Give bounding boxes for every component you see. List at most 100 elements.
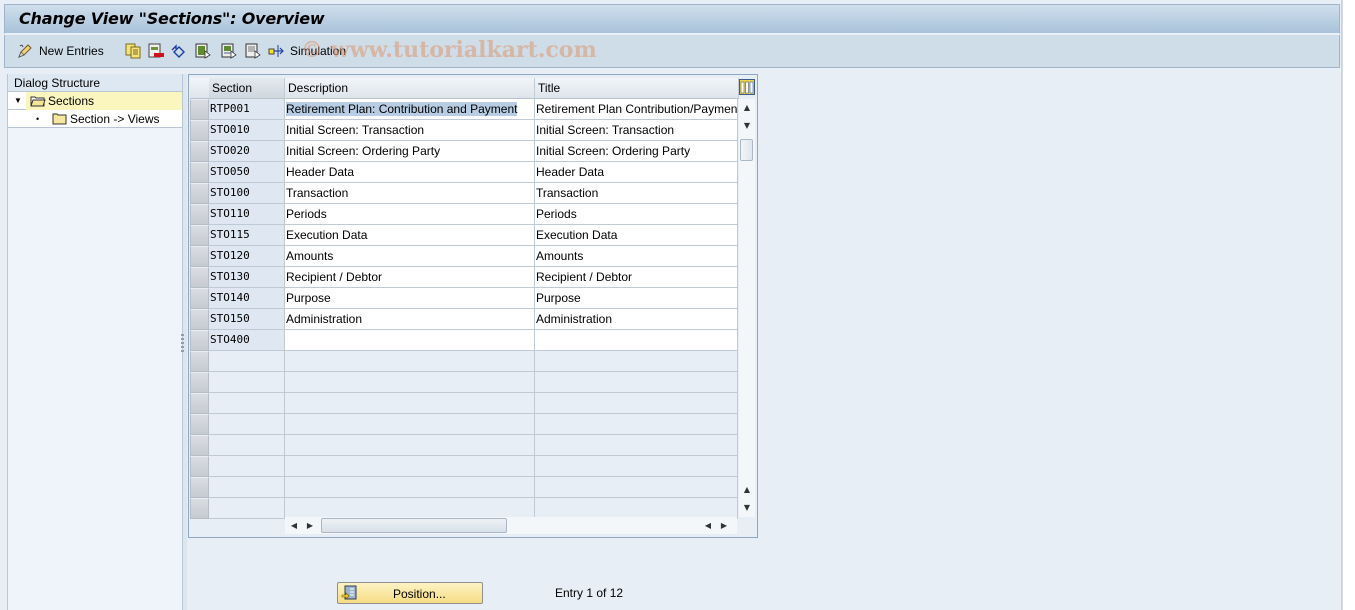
scroll-up-button[interactable]: ▲ [740, 100, 754, 114]
cell-description[interactable] [285, 330, 535, 351]
page-up-button[interactable]: ▲ [740, 482, 754, 496]
vertical-scroll-thumb[interactable] [740, 139, 753, 161]
cell-title[interactable] [535, 393, 738, 414]
cell-title[interactable] [535, 414, 738, 435]
row-selector-button[interactable] [190, 414, 209, 435]
cell-description[interactable] [285, 435, 535, 456]
cell-description[interactable]: Purpose [285, 288, 535, 309]
cell-title[interactable] [535, 498, 738, 519]
cell-title[interactable]: Retirement Plan Contribution/Payment [535, 99, 738, 120]
row-selector-button[interactable] [190, 393, 209, 414]
undo-change-button[interactable] [171, 42, 187, 60]
simulation-button[interactable]: Simulation [268, 42, 346, 60]
cell-title[interactable]: Initial Screen: Ordering Party [535, 141, 738, 162]
cell-title[interactable] [535, 456, 738, 477]
cell-description[interactable]: Retirement Plan: Contribution and Paymen… [285, 99, 535, 120]
tree-node-label: Section -> Views [70, 111, 160, 126]
cell-description[interactable] [285, 477, 535, 498]
cell-title[interactable] [535, 435, 738, 456]
cell-description[interactable]: Amounts [285, 246, 535, 267]
row-selector-button[interactable] [190, 498, 209, 519]
cell-description[interactable] [285, 372, 535, 393]
vertical-scrollbar[interactable]: ▲ ▼ ▲ ▼ [739, 99, 755, 517]
cell-title[interactable]: Amounts [535, 246, 738, 267]
select-all-button[interactable] [195, 42, 211, 60]
deselect-all-button[interactable] [245, 42, 261, 60]
cell-section-text: STO400 [210, 333, 250, 346]
scroll-left-button[interactable]: ◀ [287, 518, 301, 532]
cell-description[interactable]: Initial Screen: Transaction [285, 120, 535, 141]
cell-title[interactable]: Header Data [535, 162, 738, 183]
copy-as-button[interactable] [125, 42, 141, 60]
cell-description[interactable]: Transaction [285, 183, 535, 204]
delete-button[interactable] [148, 42, 164, 60]
cell-title[interactable] [535, 477, 738, 498]
table-settings-button[interactable] [739, 79, 755, 95]
cell-description[interactable] [285, 414, 535, 435]
scroll-down-button[interactable]: ▼ [740, 118, 754, 132]
scroll-left-end-button[interactable]: ◀ [701, 518, 715, 532]
position-button[interactable]: Position... [337, 582, 483, 604]
horizontal-scrollbar[interactable]: ◀ ▶ ◀ ▶ [285, 517, 737, 534]
select-all-rows-button[interactable] [190, 78, 210, 99]
cell-description[interactable] [285, 498, 535, 519]
row-selector-button[interactable] [190, 351, 209, 372]
cell-description[interactable] [285, 393, 535, 414]
scroll-right-end-button[interactable]: ▶ [717, 518, 731, 532]
row-selector-button[interactable] [190, 330, 209, 351]
cell-description[interactable]: Administration [285, 309, 535, 330]
cell-description[interactable]: Recipient / Debtor [285, 267, 535, 288]
cell-description[interactable]: Initial Screen: Ordering Party [285, 141, 535, 162]
arrow-right-icon: ▶ [720, 520, 728, 530]
horizontal-scroll-thumb[interactable] [321, 518, 507, 533]
row-selector-button[interactable] [190, 309, 209, 330]
cell-title[interactable]: Execution Data [535, 225, 738, 246]
cell-title[interactable]: Recipient / Debtor [535, 267, 738, 288]
new-entries-button[interactable]: New Entries [17, 42, 104, 60]
tree-node-section-views[interactable]: • Section -> Views [8, 110, 182, 128]
row-selector-button[interactable] [190, 162, 209, 183]
cell-title[interactable] [535, 372, 738, 393]
column-header-title[interactable]: Title [535, 78, 739, 99]
row-selector-button[interactable] [190, 435, 209, 456]
page-down-button[interactable]: ▼ [740, 500, 754, 514]
cell-title-text: Retirement Plan Contribution/Payment [536, 102, 738, 116]
row-selector-button[interactable] [190, 288, 209, 309]
cell-title[interactable] [535, 330, 738, 351]
sap-window: Change View "Sections": Overview New Ent… [0, 0, 1342, 610]
cell-description[interactable]: Header Data [285, 162, 535, 183]
expand-triangle-icon[interactable]: ▼ [14, 96, 26, 105]
cell-description[interactable] [285, 456, 535, 477]
cell-description[interactable] [285, 351, 535, 372]
cell-title[interactable]: Transaction [535, 183, 738, 204]
table-row [190, 435, 738, 456]
column-header-description[interactable]: Description [285, 78, 535, 99]
row-selector-button[interactable] [190, 477, 209, 498]
cell-title[interactable]: Initial Screen: Transaction [535, 120, 738, 141]
cell-title-text: Transaction [536, 186, 599, 200]
cell-title[interactable] [535, 351, 738, 372]
row-selector-button[interactable] [190, 246, 209, 267]
row-selector-button[interactable] [190, 372, 209, 393]
row-selector-button[interactable] [190, 456, 209, 477]
row-selector-button[interactable] [190, 141, 209, 162]
row-selector-button[interactable] [190, 204, 209, 225]
cell-description[interactable]: Periods [285, 204, 535, 225]
tree-node-label: Sections [48, 93, 95, 108]
cell-section [209, 393, 285, 414]
cell-title[interactable]: Administration [535, 309, 738, 330]
cell-title[interactable]: Purpose [535, 288, 738, 309]
splitter-grip-icon[interactable] [181, 334, 185, 356]
cell-title[interactable]: Periods [535, 204, 738, 225]
row-selector-button[interactable] [190, 225, 209, 246]
select-block-button[interactable] [221, 42, 237, 60]
select-all-icon [195, 43, 211, 59]
row-selector-button[interactable] [190, 267, 209, 288]
row-selector-button[interactable] [190, 120, 209, 141]
tree-node-sections[interactable]: ▼ Sections [8, 91, 182, 110]
row-selector-button[interactable] [190, 183, 209, 204]
row-selector-button[interactable] [190, 99, 209, 120]
scroll-right-button[interactable]: ▶ [303, 518, 317, 532]
cell-description[interactable]: Execution Data [285, 225, 535, 246]
column-header-section[interactable]: Section [209, 78, 285, 99]
